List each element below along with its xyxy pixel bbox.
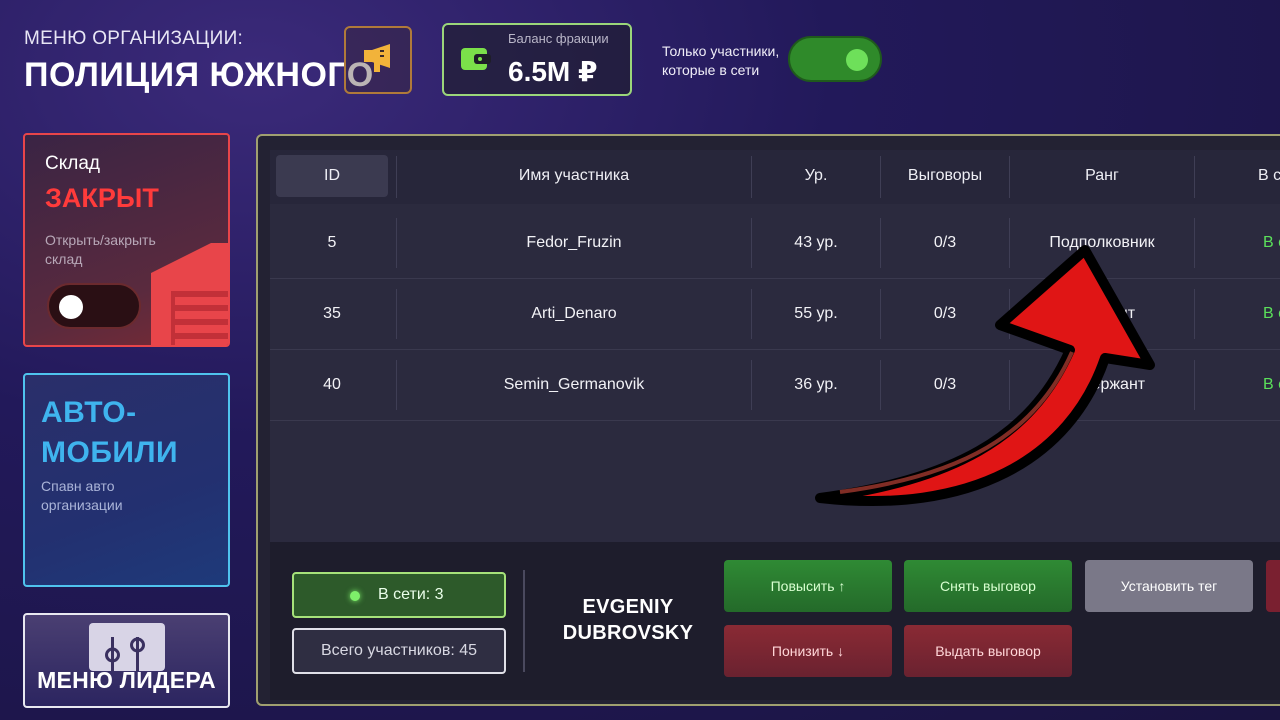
leader-menu-title: МЕНЮ ЛИДЕРА — [37, 667, 216, 693]
promote-button[interactable]: Повысить ↑ — [724, 560, 892, 612]
online-count-text: В сети: 3 — [378, 586, 444, 603]
cell-name: Fedor_Fruzin — [526, 234, 622, 251]
selected-player-name: EVGENIY DUBROVSKY — [548, 594, 708, 646]
online-only-label-line1: Только участники, — [662, 43, 780, 59]
cell-rank: Подполковник — [1049, 234, 1155, 251]
online-only-label: Только участники, которые в сети — [662, 42, 779, 80]
column-header-id[interactable]: ID — [276, 150, 388, 204]
column-header-status[interactable]: В с — [1258, 150, 1280, 204]
column-header-warnings[interactable]: Выговоры — [881, 150, 1009, 204]
cell-status: В с — [1263, 305, 1280, 322]
column-header-rank[interactable]: Ранг — [1010, 150, 1194, 204]
org-title: ПОЛИЦИЯ ЮЖНОГО — [24, 56, 374, 94]
cell-warnings: 0/3 — [933, 305, 957, 322]
megaphone-icon — [364, 44, 390, 72]
warehouse-toggle[interactable] — [47, 283, 141, 329]
cell-level: 55 ур. — [794, 305, 838, 322]
column-header-name[interactable]: Имя участника — [397, 150, 751, 204]
cell-status: В с — [1263, 376, 1280, 393]
set-tag-button[interactable]: Установить тег — [1085, 560, 1253, 612]
vehicles-title-line1: АВТО- — [41, 396, 137, 429]
sliders-icon — [89, 623, 165, 671]
cell-rank: Сержант — [1080, 376, 1146, 393]
members-panel: ID Имя участника Ур. Выговоры Ранг В с 5… — [256, 134, 1280, 706]
table-row[interactable]: 35 Arti_Denaro 55 ур. 0/3 ант В с — [270, 279, 1280, 350]
vehicles-title: АВТО- МОБИЛИ — [41, 393, 178, 473]
member-actions-bar: В сети: 3 Всего участников: 45 EVGENIY D… — [270, 542, 1280, 700]
cell-warnings: 0/3 — [933, 376, 957, 393]
vehicles-title-line2: МОБИЛИ — [41, 436, 179, 469]
balance-label: Баланс фракции — [508, 31, 609, 46]
cell-name: Arti_Denaro — [531, 305, 617, 322]
online-only-label-line2: которые в сети — [662, 62, 760, 78]
org-menu-subtitle: МЕНЮ ОРГАНИЗАЦИИ: — [24, 28, 244, 49]
warehouse-status: ЗАКРЫТ — [45, 183, 159, 213]
toggle-knob — [846, 49, 868, 71]
cell-level: 36 ур. — [794, 376, 838, 393]
warehouse-icon — [151, 243, 228, 345]
player-first-name: EVGENIY — [582, 596, 674, 618]
partial-action-button[interactable] — [1266, 560, 1280, 612]
megaphone-button[interactable] — [344, 26, 412, 94]
cell-level: 43 ур. — [794, 234, 838, 251]
table-header: ID Имя участника Ур. Выговоры Ранг В с — [270, 150, 1280, 204]
vehicles-description: Спавн авто организации — [41, 478, 123, 513]
remove-warning-button[interactable]: Снять выговор — [904, 560, 1072, 612]
online-only-toggle[interactable] — [788, 36, 882, 82]
faction-balance: Баланс фракции 6.5M ₽ — [442, 23, 632, 96]
cell-id: 35 — [323, 305, 341, 322]
column-header-level[interactable]: Ур. — [752, 150, 880, 204]
table-row[interactable]: 5 Fedor_Fruzin 43 ур. 0/3 Подполковник В… — [270, 208, 1280, 279]
vehicles-card[interactable]: АВТО- МОБИЛИ Спавн авто организации — [23, 373, 230, 587]
toggle-knob — [59, 295, 83, 319]
cell-rank: ант — [1110, 305, 1136, 322]
cell-id: 5 — [327, 234, 337, 251]
total-members-badge: Всего участников: 45 — [292, 628, 506, 674]
table-row[interactable]: 40 Semin_Germanovik 36 ур. 0/3 Сержант В… — [270, 350, 1280, 421]
wallet-icon — [461, 48, 491, 70]
divider — [523, 570, 525, 672]
cell-status: В с — [1263, 234, 1280, 251]
balance-value: 6.5M ₽ — [508, 56, 598, 87]
online-dot-icon — [350, 591, 360, 601]
online-count-badge: В сети: 3 — [292, 572, 506, 618]
cell-id: 40 — [323, 376, 341, 393]
demote-button[interactable]: Понизить ↓ — [724, 625, 892, 677]
cell-name: Semin_Germanovik — [503, 376, 645, 393]
player-last-name: DUBROVSKY — [562, 622, 694, 644]
warehouse-label: Склад — [45, 153, 100, 174]
warehouse-card: Склад ЗАКРЫТ Открыть/закрыть склад — [23, 133, 230, 347]
cell-warnings: 0/3 — [933, 234, 957, 251]
leader-menu-card[interactable]: МЕНЮ ЛИДЕРА — [23, 613, 230, 708]
give-warning-button[interactable]: Выдать выговор — [904, 625, 1072, 677]
